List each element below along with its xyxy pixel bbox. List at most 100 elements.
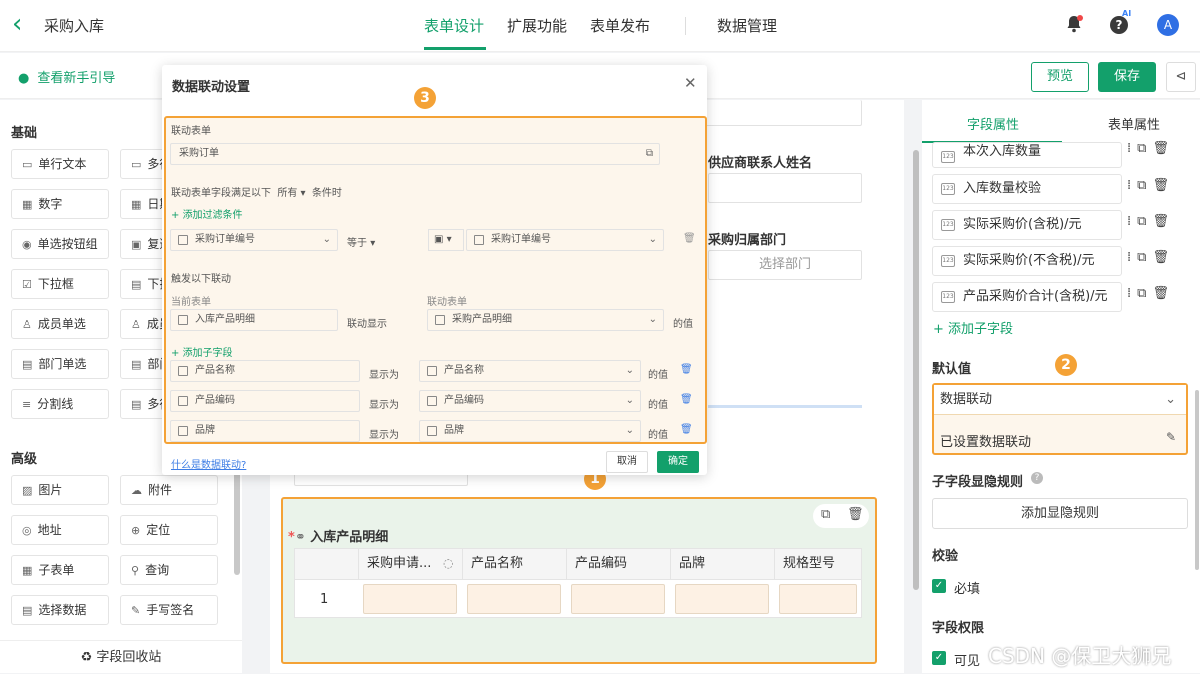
subfield-item[interactable]: 123 入库数量校验 <box>932 174 1122 204</box>
linked-subfield-select[interactable]: 产品名称 ⌄ <box>419 360 641 382</box>
tab-field-properties[interactable]: 字段属性 <box>967 114 1019 133</box>
add-filter-button[interactable]: + 添加过滤条件 <box>171 206 243 221</box>
palette-item[interactable]: ▣复选 <box>120 229 166 259</box>
palette-item-label: 子表单 <box>38 563 75 577</box>
table-cell-input[interactable] <box>363 584 457 614</box>
field-type-icon: ♙ <box>131 318 141 331</box>
tab-data-management[interactable]: 数据管理 <box>717 15 777 36</box>
filter-value-select[interactable]: 采购订单编号 ⌄ <box>466 229 664 251</box>
palette-item[interactable]: ▤部门 <box>120 349 166 379</box>
recycle-bin-button[interactable]: ♻ 字段回收站 <box>0 640 242 673</box>
table-cell-input[interactable] <box>467 584 561 614</box>
palette-item[interactable]: ⚲ 查询 <box>120 555 218 585</box>
delete-mapping-icon[interactable]: 🗑 <box>680 364 693 375</box>
canvas-scrollbar[interactable] <box>913 150 919 590</box>
palette-item[interactable]: ▭ 单行文本 <box>11 149 109 179</box>
trash-icon[interactable]: 🗑 <box>1152 178 1175 193</box>
table-cell-input[interactable] <box>571 584 665 614</box>
trash-icon[interactable]: 🗑 <box>1152 141 1175 156</box>
copy-icon[interactable]: ⧉ <box>821 507 830 522</box>
palette-item[interactable]: ▤ 部门单选 <box>11 349 109 379</box>
subfield-item[interactable]: 123 产品采购价合计(含税)/元 <box>932 282 1122 312</box>
tab-publish[interactable]: 表单发布 <box>590 15 650 36</box>
copy-icon[interactable]: ⧉ <box>1137 178 1152 193</box>
subfield-item[interactable]: 123 本次入库数量 <box>932 142 1122 168</box>
palette-item[interactable]: ♙成员 <box>120 309 166 339</box>
close-icon[interactable]: ✕ <box>684 74 697 92</box>
cancel-button[interactable]: 取消 <box>606 451 648 473</box>
palette-item[interactable]: ▦ 子表单 <box>11 555 109 585</box>
palette-item[interactable]: ☁ 附件 <box>120 475 218 505</box>
default-value-select[interactable]: 数据联动 ⌄ <box>934 385 1186 415</box>
palette-item[interactable]: ✎ 手写签名 <box>120 595 218 625</box>
palette-item[interactable]: ▦ 数字 <box>11 189 109 219</box>
right-scrollbar[interactable] <box>1195 390 1199 570</box>
filter-field-select[interactable]: 采购订单编号 ⌄ <box>170 229 338 251</box>
subfield-item[interactable]: 123 实际采购价(不含税)/元 <box>932 246 1122 276</box>
linked-subfield-select[interactable]: 产品编码 ⌄ <box>419 390 641 412</box>
tab-form-properties[interactable]: 表单属性 <box>1108 114 1160 133</box>
trash-icon[interactable]: 🗑 <box>1152 250 1175 265</box>
copy-icon[interactable]: ⧉ <box>1137 214 1152 229</box>
copy-icon[interactable]: ⧉ <box>1137 250 1152 265</box>
drag-handle-icon[interactable]: ⁞ <box>1127 250 1137 265</box>
copy-icon[interactable]: ⧉ <box>1137 286 1152 301</box>
drag-handle-icon[interactable]: ⁞ <box>1127 214 1137 229</box>
field-type-icon: ▭ <box>22 158 33 171</box>
share-icon[interactable]: ⊲ <box>1166 62 1196 92</box>
palette-item[interactable]: ▨ 图片 <box>11 475 109 505</box>
palette-item[interactable]: ♙ 成员单选 <box>11 309 109 339</box>
guide-link[interactable]: ● 查看新手引导 <box>18 67 115 86</box>
subfield-item[interactable]: 123 实际采购价(含税)/元 <box>932 210 1122 240</box>
palette-item[interactable]: ▤ 选择数据 <box>11 595 109 625</box>
table-cell-input[interactable] <box>779 584 857 614</box>
save-button[interactable]: 保存 <box>1098 62 1156 92</box>
palette-item[interactable]: ◎ 地址 <box>11 515 109 545</box>
confirm-button[interactable]: 确定 <box>657 451 699 473</box>
edit-icon[interactable]: ✎ <box>1166 430 1176 444</box>
copy-icon[interactable]: ⧉ <box>1137 141 1152 156</box>
palette-item[interactable]: ≡ 分割线 <box>11 389 109 419</box>
drag-handle-icon[interactable]: ⁞ <box>1127 178 1137 193</box>
palette-item[interactable]: ▦日期 <box>120 189 166 219</box>
palette-item[interactable]: ☑ 下拉框 <box>11 269 109 299</box>
table-cell-input[interactable] <box>675 584 769 614</box>
hidden-eye-icon[interactable]: ◌ <box>443 556 453 570</box>
palette-item[interactable]: ▤下拉 <box>120 269 166 299</box>
trash-icon[interactable]: 🗑 <box>1152 214 1175 229</box>
delete-filter-icon[interactable]: 🗑 <box>683 233 696 244</box>
preview-button[interactable]: 预览 <box>1031 62 1089 92</box>
back-arrow-icon[interactable]: ‹ <box>12 11 32 38</box>
tab-form-design[interactable]: 表单设计 <box>424 15 484 36</box>
delete-mapping-icon[interactable]: 🗑 <box>680 394 693 405</box>
value-type-select[interactable]: ▣ ▾ <box>428 229 464 251</box>
add-sub-field-button[interactable]: + 添加子字段 <box>171 344 233 359</box>
drag-handle-icon[interactable]: ⁞ <box>1127 141 1137 156</box>
help-icon[interactable]: ? <box>1110 16 1128 34</box>
help-link[interactable]: 什么是数据联动? <box>171 456 246 471</box>
trash-icon[interactable]: 🗑 <box>847 507 864 522</box>
palette-item[interactable]: ▭多行 <box>120 149 166 179</box>
tab-extensions[interactable]: 扩展功能 <box>507 15 567 36</box>
palette-item[interactable]: ⊕ 定位 <box>120 515 218 545</box>
palette-item[interactable]: ▤多行 <box>120 389 166 419</box>
filter-operator[interactable]: 等于 ▾ <box>347 234 375 249</box>
dept-select[interactable]: 选择部门 <box>708 250 862 280</box>
add-visibility-rule-button[interactable]: 添加显隐规则 <box>932 498 1188 529</box>
info-icon[interactable]: ? <box>1031 472 1043 484</box>
delete-mapping-icon[interactable]: 🗑 <box>680 424 693 435</box>
condition-mode[interactable]: 所有 <box>277 188 297 199</box>
supplier-contact-input[interactable] <box>708 173 862 203</box>
visible-checkbox[interactable]: ✓ <box>932 651 946 665</box>
trash-icon[interactable]: 🗑 <box>1152 286 1175 301</box>
required-checkbox[interactable]: ✓ <box>932 579 946 593</box>
bell-icon[interactable] <box>1066 15 1084 35</box>
copy-icon[interactable]: ⧉ <box>646 144 653 164</box>
linked-subfield-select[interactable]: 品牌 ⌄ <box>419 420 641 442</box>
add-subfield-button[interactable]: + 添加子字段 <box>933 318 1013 337</box>
avatar[interactable]: A <box>1157 14 1179 36</box>
linked-form-select[interactable]: 采购产品明细 ⌄ <box>427 309 664 331</box>
link-form-input[interactable]: 采购订单 ⧉ <box>170 143 660 165</box>
palette-item[interactable]: ◉ 单选按钮组 <box>11 229 109 259</box>
drag-handle-icon[interactable]: ⁞ <box>1127 286 1137 301</box>
